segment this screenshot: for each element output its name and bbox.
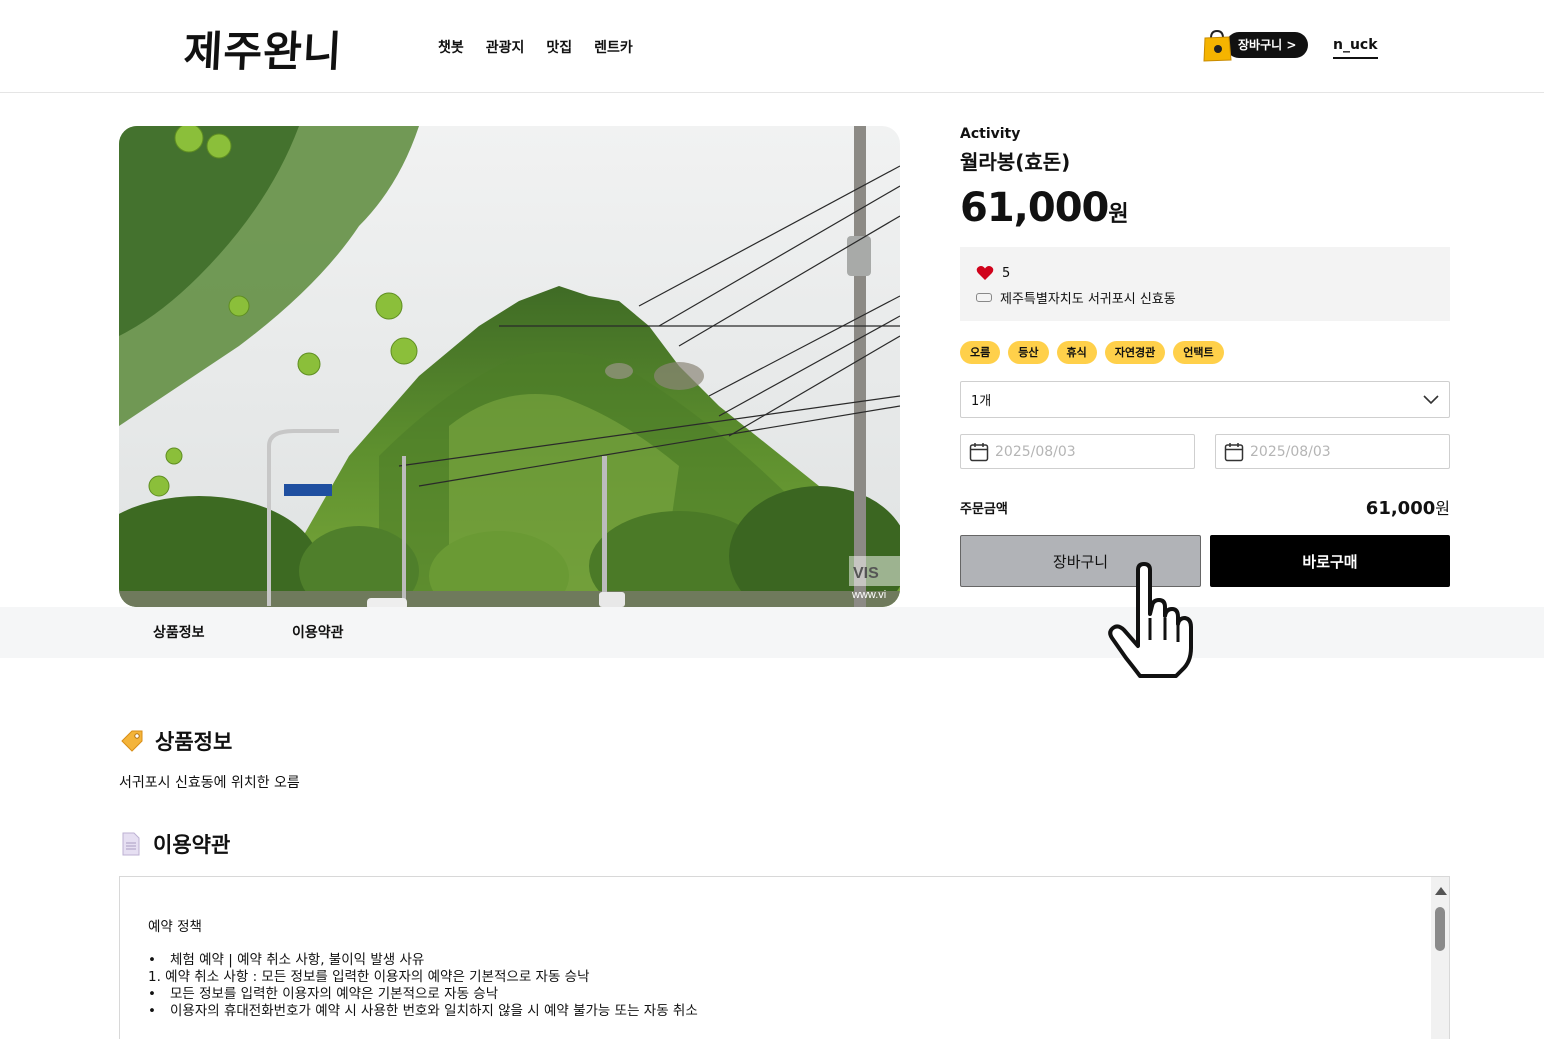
end-date-field[interactable]: 2025/08/03 [1215,434,1450,469]
header-cart-button[interactable]: 장바구니 > [1202,27,1309,63]
tab-terms[interactable]: 이용약관 [292,622,344,642]
terms-heading: 이용약관 [119,829,230,859]
location-text: 제주특별자치도 서귀포시 신효동 [1000,291,1176,307]
watermark-url: www.vi [851,589,886,601]
tab-product-info[interactable]: 상품정보 [153,622,205,642]
scroll-thumb[interactable] [1435,907,1445,951]
scroll-up-arrow-icon[interactable] [1435,887,1447,895]
calendar-icon [969,442,989,461]
product-info-box: 5 제주특별자치도 서귀포시 신효동 [960,247,1450,321]
quantity-select[interactable]: 1개 [960,381,1450,418]
quantity-value: 1개 [971,394,992,409]
product-info-description: 서귀포시 신효동에 위치한 오름 [119,775,300,791]
tag-item[interactable]: 휴식 [1056,341,1097,364]
terms-content: 예약 정책 • 체험 예약 | 예약 취소 사항, 불이익 발생 사유 1. 예약… [120,877,1449,1020]
product-title: 월라봉(효돈) [960,150,1071,174]
calendar-icon [1224,442,1244,461]
terms-line: • 모든 정보를 입력한 이용자의 예약은 기본적으로 자동 승낙 [148,986,499,1002]
terms-line: 1. 예약 취소 사항 : 모든 정보를 입력한 이용자의 예약은 기본적으로 … [148,969,590,985]
nav-chatbot[interactable]: 챗봇 [438,37,464,57]
date-range: 2025/08/03 2025/08/03 [960,434,1450,469]
tag-item[interactable]: 언택트 [1173,341,1224,364]
total-unit: 원 [1435,499,1450,518]
nav-attractions[interactable]: 관광지 [486,37,525,57]
tag-item[interactable]: 오름 [960,341,1001,364]
terms-scrollbar[interactable] [1431,877,1449,1039]
tag-item[interactable]: 등산 [1008,341,1049,364]
end-date-placeholder: 2025/08/03 [1250,443,1331,460]
hand-pointer-icon [1108,562,1193,678]
purchase-buttons: 장바구니 바로구매 [960,535,1450,587]
nav-rentcar[interactable]: 렌트카 [594,37,633,57]
location-icon [976,292,992,302]
product-category: Activity [960,126,1021,142]
shopping-bag-icon [1203,29,1232,62]
product-price: 61,000원 [960,185,1450,231]
location-row: 제주특별자치도 서귀포시 신효동 [976,285,1434,309]
terms-policy-heading: 예약 정책 [148,919,202,935]
chevron-down-icon [1423,394,1439,404]
order-total-row: 주문금액 61,000원 [960,495,1450,519]
product-info-title: 상품정보 [155,730,233,754]
price-number: 61,000 [960,185,1109,231]
buy-now-button[interactable]: 바로구매 [1210,535,1450,587]
start-date-field[interactable]: 2025/08/03 [960,434,1195,469]
total-number: 61,000 [1365,498,1436,519]
start-date-placeholder: 2025/08/03 [995,443,1076,460]
product-image: VIS www.vi [119,126,900,607]
product-info-heading: 상품정보 [119,726,232,756]
site-logo[interactable]: 제주완니 [182,18,344,79]
user-menu[interactable]: n_uck [1333,37,1378,59]
product-detail-panel: Activity 월라봉(효돈) 61,000원 5 제주특별자치도 서귀포시 … [960,126,1450,587]
main-nav: 챗봇 관광지 맛집 렌트카 [438,37,633,57]
terms-line: • 이용자의 휴대전화번호가 예약 시 사용한 번호와 일치하지 않을 시 예약 … [148,1003,698,1019]
nav-restaurants[interactable]: 맛집 [546,37,572,57]
order-total-label: 주문금액 [960,501,1008,517]
terms-box[interactable]: 예약 정책 • 체험 예약 | 예약 취소 사항, 불이익 발생 사유 1. 예약… [119,876,1450,1039]
terms-line: • 체험 예약 | 예약 취소 사항, 불이익 발생 사유 [148,952,425,968]
likes-count: 5 [1002,265,1011,281]
terms-title: 이용약관 [153,833,231,857]
price-tag-icon [121,730,143,752]
detail-tab-bar: 상품정보 이용약관 [0,607,1544,658]
document-icon [122,832,140,856]
price-unit: 원 [1108,202,1129,227]
heart-icon[interactable] [976,265,994,281]
tag-list: 오름 등산 휴식 자연경관 언택트 [960,341,1450,364]
site-header: 제주완니 챗봇 관광지 맛집 렌트카 장바구니 > n_uck [0,0,1544,93]
likes-row: 5 [976,261,1434,285]
header-cart-label: 장바구니 > [1226,32,1309,58]
watermark-text: VIS [853,565,879,582]
tag-item[interactable]: 자연경관 [1104,341,1166,364]
order-total-value: 61,000원 [1366,495,1450,519]
